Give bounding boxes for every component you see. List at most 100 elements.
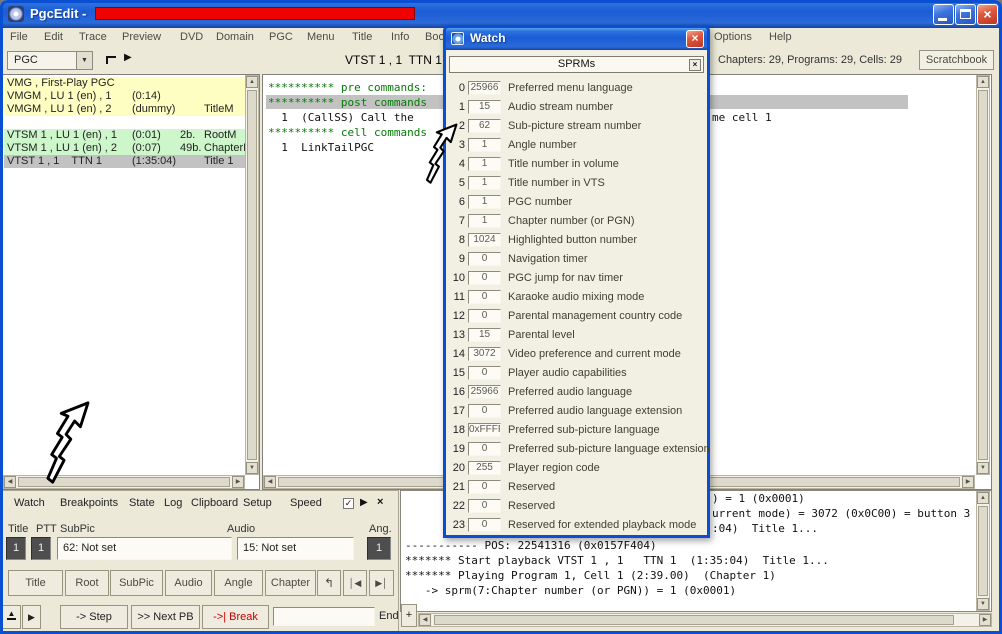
next-pb-button[interactable]: >> Next PB bbox=[131, 605, 200, 629]
current-pgc-display[interactable]: VTST 1 , 1 TTN 1 ( bbox=[345, 53, 449, 67]
scroll-right-icon[interactable] bbox=[979, 614, 991, 626]
scroll-right-icon[interactable] bbox=[962, 476, 974, 488]
menu-item-title[interactable]: Title bbox=[352, 31, 372, 43]
prev-chapter-icon[interactable]: │◀ bbox=[343, 570, 367, 596]
sprm-value-field[interactable]: 25966 bbox=[468, 81, 501, 95]
menu-item-dvd[interactable]: DVD bbox=[180, 31, 203, 43]
menu-item-trace[interactable]: Trace bbox=[79, 31, 107, 43]
scroll-right-icon[interactable] bbox=[232, 476, 244, 488]
pgc-list-row[interactable]: VMG , First-Play PGC bbox=[4, 77, 246, 90]
watch-titlebar[interactable]: Watch × bbox=[446, 28, 707, 50]
sprm-value-field[interactable]: 25966 bbox=[468, 385, 501, 399]
next-chapter-icon[interactable]: ▶│ bbox=[369, 570, 394, 596]
break-button[interactable]: ->| Break bbox=[202, 605, 269, 629]
sprm-value-field[interactable]: 0 bbox=[468, 366, 501, 380]
chevron-down-icon[interactable]: ▼ bbox=[76, 52, 92, 69]
command-line[interactable]: ********** pre commands: bbox=[268, 81, 427, 94]
angle-button[interactable]: Angle bbox=[214, 570, 263, 596]
maximize-button[interactable] bbox=[955, 4, 976, 25]
scroll-left-icon[interactable] bbox=[419, 614, 431, 626]
pgc-list-row[interactable] bbox=[4, 116, 246, 129]
menu-item-edit[interactable]: Edit bbox=[44, 31, 63, 43]
trace-close-icon[interactable]: × bbox=[377, 496, 383, 508]
tab-breakpoints[interactable]: Breakpoints bbox=[60, 497, 118, 509]
tab-watch[interactable]: Watch bbox=[14, 497, 45, 509]
menu-item-domain[interactable]: Domain bbox=[216, 31, 254, 43]
stop-button[interactable] bbox=[2, 605, 21, 629]
sprm-value-field[interactable]: 0 bbox=[468, 252, 501, 266]
pgc-list-row[interactable]: VTSM 1 , LU 1 (en) , 1 (0:01) 2b. RootM bbox=[4, 129, 246, 142]
scroll-down-icon[interactable] bbox=[246, 462, 258, 474]
sprm-value-field[interactable]: 0 bbox=[468, 309, 501, 323]
trace-scrollbar-vertical[interactable] bbox=[976, 491, 990, 611]
sprm-value-field[interactable]: 0 bbox=[468, 518, 501, 532]
sprm-value-field[interactable]: 0 bbox=[468, 290, 501, 304]
sprm-value-field[interactable]: 1024 bbox=[468, 233, 501, 247]
tab-setup[interactable]: Setup bbox=[243, 497, 272, 509]
command-line-tail[interactable]: me cell 1 bbox=[712, 111, 772, 124]
sprms-close-icon[interactable]: × bbox=[689, 59, 701, 71]
command-line[interactable]: 1 (CallSS) Call the bbox=[268, 111, 413, 124]
command-line[interactable]: 1 LinkTailPGC bbox=[268, 141, 374, 154]
play-button[interactable]: ▶ bbox=[22, 605, 41, 629]
scroll-up-icon[interactable] bbox=[977, 492, 989, 504]
subpic-value-field[interactable]: 62: Not set bbox=[57, 537, 232, 560]
sprm-value-field[interactable]: 0 bbox=[468, 499, 501, 513]
pgc-list-row[interactable]: VMGM , LU 1 (en) , 2 (dummy) TitleM bbox=[4, 103, 246, 116]
watch-close-button[interactable]: × bbox=[686, 30, 704, 48]
sprm-value-field[interactable]: 1 bbox=[468, 157, 501, 171]
scroll-thumb[interactable] bbox=[247, 90, 257, 460]
sprm-value-field[interactable]: 0xFFFF bbox=[468, 423, 501, 437]
scratchbook-button[interactable]: Scratchbook bbox=[919, 50, 994, 70]
audio-button[interactable]: Audio bbox=[165, 570, 212, 596]
close-button[interactable]: × bbox=[977, 4, 998, 25]
sprm-value-field[interactable]: 0 bbox=[468, 404, 501, 418]
trace-scrollbar-horizontal[interactable] bbox=[418, 613, 992, 627]
commands-scrollbar-vertical[interactable] bbox=[976, 75, 990, 475]
sprm-value-field[interactable]: 255 bbox=[468, 461, 501, 475]
pgc-list-row-selected[interactable]: VTST 1 , 1 TTN 1 (1:35:04) Title 1 bbox=[4, 155, 246, 168]
tab-speed[interactable]: Speed bbox=[290, 497, 322, 509]
command-line[interactable]: ********** cell commands bbox=[268, 126, 427, 139]
scroll-thumb[interactable] bbox=[434, 615, 954, 625]
goto-first-button[interactable] bbox=[103, 53, 119, 68]
menu-item-info[interactable]: Info bbox=[391, 31, 409, 43]
sprm-value-field[interactable]: 1 bbox=[468, 138, 501, 152]
tab-log[interactable]: Log bbox=[164, 497, 182, 509]
sprm-value-field[interactable]: 0 bbox=[468, 271, 501, 285]
sprm-value-field[interactable]: 1 bbox=[468, 195, 501, 209]
scroll-thumb[interactable] bbox=[978, 90, 988, 460]
menu-item-pgc[interactable]: PGC bbox=[269, 31, 293, 43]
sprm-value-field[interactable]: 1 bbox=[468, 176, 501, 190]
menu-item-options[interactable]: Options bbox=[714, 31, 752, 43]
scroll-up-icon[interactable] bbox=[977, 76, 989, 88]
sprm-value-field[interactable]: 3072 bbox=[468, 347, 501, 361]
command-line-selected[interactable]: ********** post commands bbox=[268, 96, 427, 109]
tab-state[interactable]: State bbox=[129, 497, 155, 509]
trace-checkbox[interactable]: ✓ bbox=[343, 498, 354, 509]
speed-plus-button[interactable]: + bbox=[401, 604, 417, 627]
sprm-value-field[interactable]: 62 bbox=[468, 119, 501, 133]
scroll-down-icon[interactable] bbox=[977, 598, 989, 610]
scroll-up-icon[interactable] bbox=[246, 76, 258, 88]
trace-play-icon[interactable]: ▶ bbox=[360, 497, 368, 508]
menu-item-preview[interactable]: Preview bbox=[122, 31, 161, 43]
sprm-value-field[interactable]: 15 bbox=[468, 100, 501, 114]
menu-item-file[interactable]: File bbox=[10, 31, 28, 43]
play-trace-button[interactable]: ▶ bbox=[124, 52, 132, 63]
sprm-value-field[interactable]: 0 bbox=[468, 480, 501, 494]
tab-clipboard[interactable]: Clipboard bbox=[191, 497, 238, 509]
scroll-left-icon[interactable] bbox=[4, 476, 16, 488]
minimize-button[interactable] bbox=[933, 4, 954, 25]
pgc-list-row[interactable]: VMGM , LU 1 (en) , 1 (0:14) bbox=[4, 90, 246, 103]
scroll-thumb[interactable] bbox=[978, 506, 988, 596]
subpic-button[interactable]: SubPic bbox=[110, 570, 163, 596]
sprm-value-field[interactable]: 0 bbox=[468, 442, 501, 456]
sprm-value-field[interactable]: 1 bbox=[468, 214, 501, 228]
scroll-down-icon[interactable] bbox=[977, 462, 989, 474]
menu-item-help[interactable]: Help bbox=[769, 31, 792, 43]
title-menu-button[interactable]: Title bbox=[8, 570, 63, 596]
jump-up-icon[interactable]: ↰ bbox=[317, 570, 341, 596]
pgc-list-scrollbar-vertical[interactable] bbox=[245, 75, 259, 475]
step-button[interactable]: -> Step bbox=[60, 605, 128, 629]
